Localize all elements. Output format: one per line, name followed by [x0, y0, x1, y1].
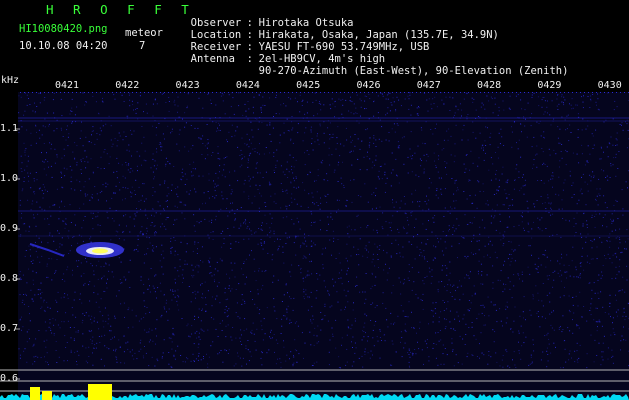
y-tick-label: 0.6 [0, 373, 19, 384]
x-tick-label: 0430 [597, 80, 622, 91]
x-tick-label: 0425 [296, 80, 321, 91]
y-tick-label: 0.8 [0, 273, 19, 284]
spectrogram-chart [0, 92, 629, 400]
x-tick-label: 0421 [54, 80, 80, 91]
x-tick-label: 0427 [416, 80, 441, 91]
x-tick-label: 0424 [235, 80, 260, 91]
meteor-echo [76, 242, 124, 258]
y-tick-label: 0.9 [0, 223, 19, 234]
y-tick-label: 1.1 [0, 123, 19, 134]
x-tick-label: 0423 [175, 80, 200, 91]
y-unit-label: kHz [1, 75, 20, 86]
x-tick-label: 0428 [477, 80, 502, 91]
x-tick-label: 0422 [115, 80, 140, 91]
y-tick-label: 0.7 [0, 323, 19, 334]
x-tick-label: 0429 [537, 80, 562, 91]
y-tick-label: 1.0 [0, 173, 19, 184]
x-tick-label: 0426 [356, 80, 381, 91]
